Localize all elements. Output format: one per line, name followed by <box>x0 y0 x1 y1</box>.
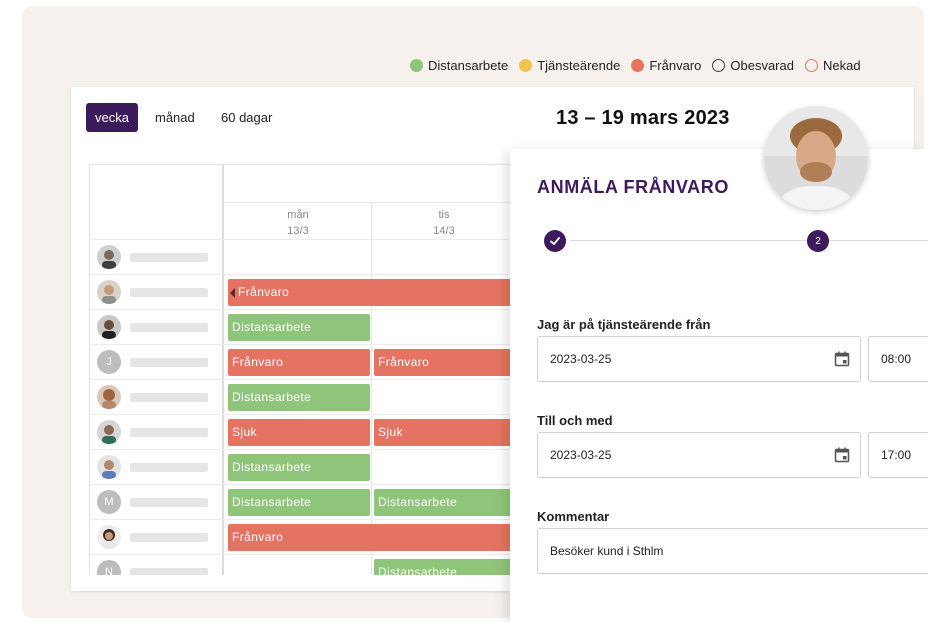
from-time-field[interactable]: 08:00 <box>868 336 928 382</box>
legend-dot <box>804 59 818 72</box>
avatar[interactable] <box>97 420 121 444</box>
calendar-event[interactable]: Frånvaro <box>228 524 528 551</box>
calendar-event[interactable]: Distansarbete <box>228 314 370 341</box>
day-header-tue: tis 14/3 <box>371 207 517 239</box>
employee-name-placeholder <box>130 463 208 472</box>
legend-dot <box>410 59 423 72</box>
comment-value: Besöker kund i Sthlm <box>550 544 664 558</box>
legend-dot <box>712 59 726 72</box>
legend-label: Tjänsteärende <box>537 58 621 73</box>
day-date: 13/3 <box>287 225 309 237</box>
from-time-value: 08:00 <box>881 352 912 366</box>
calendar-event[interactable]: Frånvaro <box>228 349 370 376</box>
avatar[interactable] <box>97 280 121 304</box>
calendar-event[interactable]: Sjuk <box>228 419 370 446</box>
calendar-event[interactable]: Distansarbete <box>228 384 370 411</box>
calendar-icon[interactable] <box>834 447 850 463</box>
avatar[interactable] <box>97 245 121 269</box>
step-2-indicator[interactable]: 2 <box>807 230 829 252</box>
from-date-value: 2023-03-25 <box>550 352 612 366</box>
calendar-event[interactable]: Distansarbete <box>228 454 370 481</box>
employee-name-placeholder <box>130 358 208 367</box>
employee-name-placeholder <box>130 253 208 262</box>
status-legend: Distansarbete Tjänsteärende Frånvaro Obe… <box>410 58 861 73</box>
employee-name-placeholder <box>130 323 208 332</box>
to-time-value: 17:00 <box>881 448 912 462</box>
legend-dot <box>631 59 645 72</box>
continued-left-icon <box>230 288 235 298</box>
legend-dot <box>519 59 533 72</box>
avatar[interactable]: J <box>97 350 121 374</box>
to-date-field[interactable]: 2023-03-25 <box>537 432 861 478</box>
day-weekday: mån <box>287 209 309 221</box>
legend-item-nekad: Nekad <box>804 58 861 73</box>
avatar[interactable] <box>97 525 121 549</box>
to-label: Till och med <box>537 413 613 428</box>
legend-label: Obesvarad <box>730 58 794 73</box>
employee-name-placeholder <box>130 533 208 542</box>
from-date-field[interactable]: 2023-03-25 <box>537 336 861 382</box>
day-date: 14/3 <box>433 225 455 237</box>
legend-label: Distansarbete <box>428 58 509 73</box>
name-column-divider <box>222 165 224 575</box>
avatar[interactable] <box>97 455 121 479</box>
view-60-days-button[interactable]: 60 dagar <box>212 103 281 132</box>
form-title: ANMÄLA FRÅNVARO <box>537 177 729 197</box>
avatar[interactable] <box>97 385 121 409</box>
stepper-line <box>570 240 928 241</box>
legend-label: Frånvaro <box>649 58 702 73</box>
calendar-icon[interactable] <box>834 351 850 367</box>
legend-item-tjansteärende: Tjänsteärende <box>519 58 620 73</box>
calendar-event[interactable]: Distansarbete <box>228 489 370 516</box>
employee-name-placeholder <box>130 428 208 437</box>
absence-form-panel: ANMÄLA FRÅNVARO 2 Jag är på tjänsteärend… <box>510 149 928 622</box>
avatar[interactable]: N <box>97 560 121 575</box>
employee-name-placeholder <box>130 498 208 507</box>
legend-item-franvaro: Frånvaro <box>631 58 701 73</box>
legend-item-obesvarad: Obesvarad <box>712 58 794 73</box>
legend-item-distansarbete: Distansarbete <box>410 58 508 73</box>
view-week-button[interactable]: vecka <box>86 103 138 132</box>
day-header-mon: mån 13/3 <box>225 207 371 239</box>
to-time-field[interactable]: 17:00 <box>868 432 928 478</box>
event-label: Frånvaro <box>238 285 290 299</box>
avatar[interactable]: M <box>97 490 121 514</box>
calendar-period-title: 13 – 19 mars 2023 <box>556 107 730 129</box>
avatar[interactable] <box>97 315 121 339</box>
to-date-value: 2023-03-25 <box>550 448 612 462</box>
profile-photo-avatar <box>764 106 868 210</box>
comment-label: Kommentar <box>537 509 610 524</box>
view-month-button[interactable]: månad <box>146 103 204 132</box>
calendar-event[interactable]: Frånvaro <box>228 279 528 306</box>
legend-label: Nekad <box>822 58 861 73</box>
employee-name-placeholder <box>130 568 208 575</box>
employee-name-placeholder <box>130 288 208 297</box>
employee-name-placeholder <box>130 393 208 402</box>
day-weekday: tis <box>438 209 450 221</box>
step-1-check-icon[interactable] <box>544 230 566 252</box>
from-label: Jag är på tjänsteärende från <box>537 317 711 332</box>
comment-field[interactable]: Besöker kund i Sthlm <box>537 528 928 574</box>
